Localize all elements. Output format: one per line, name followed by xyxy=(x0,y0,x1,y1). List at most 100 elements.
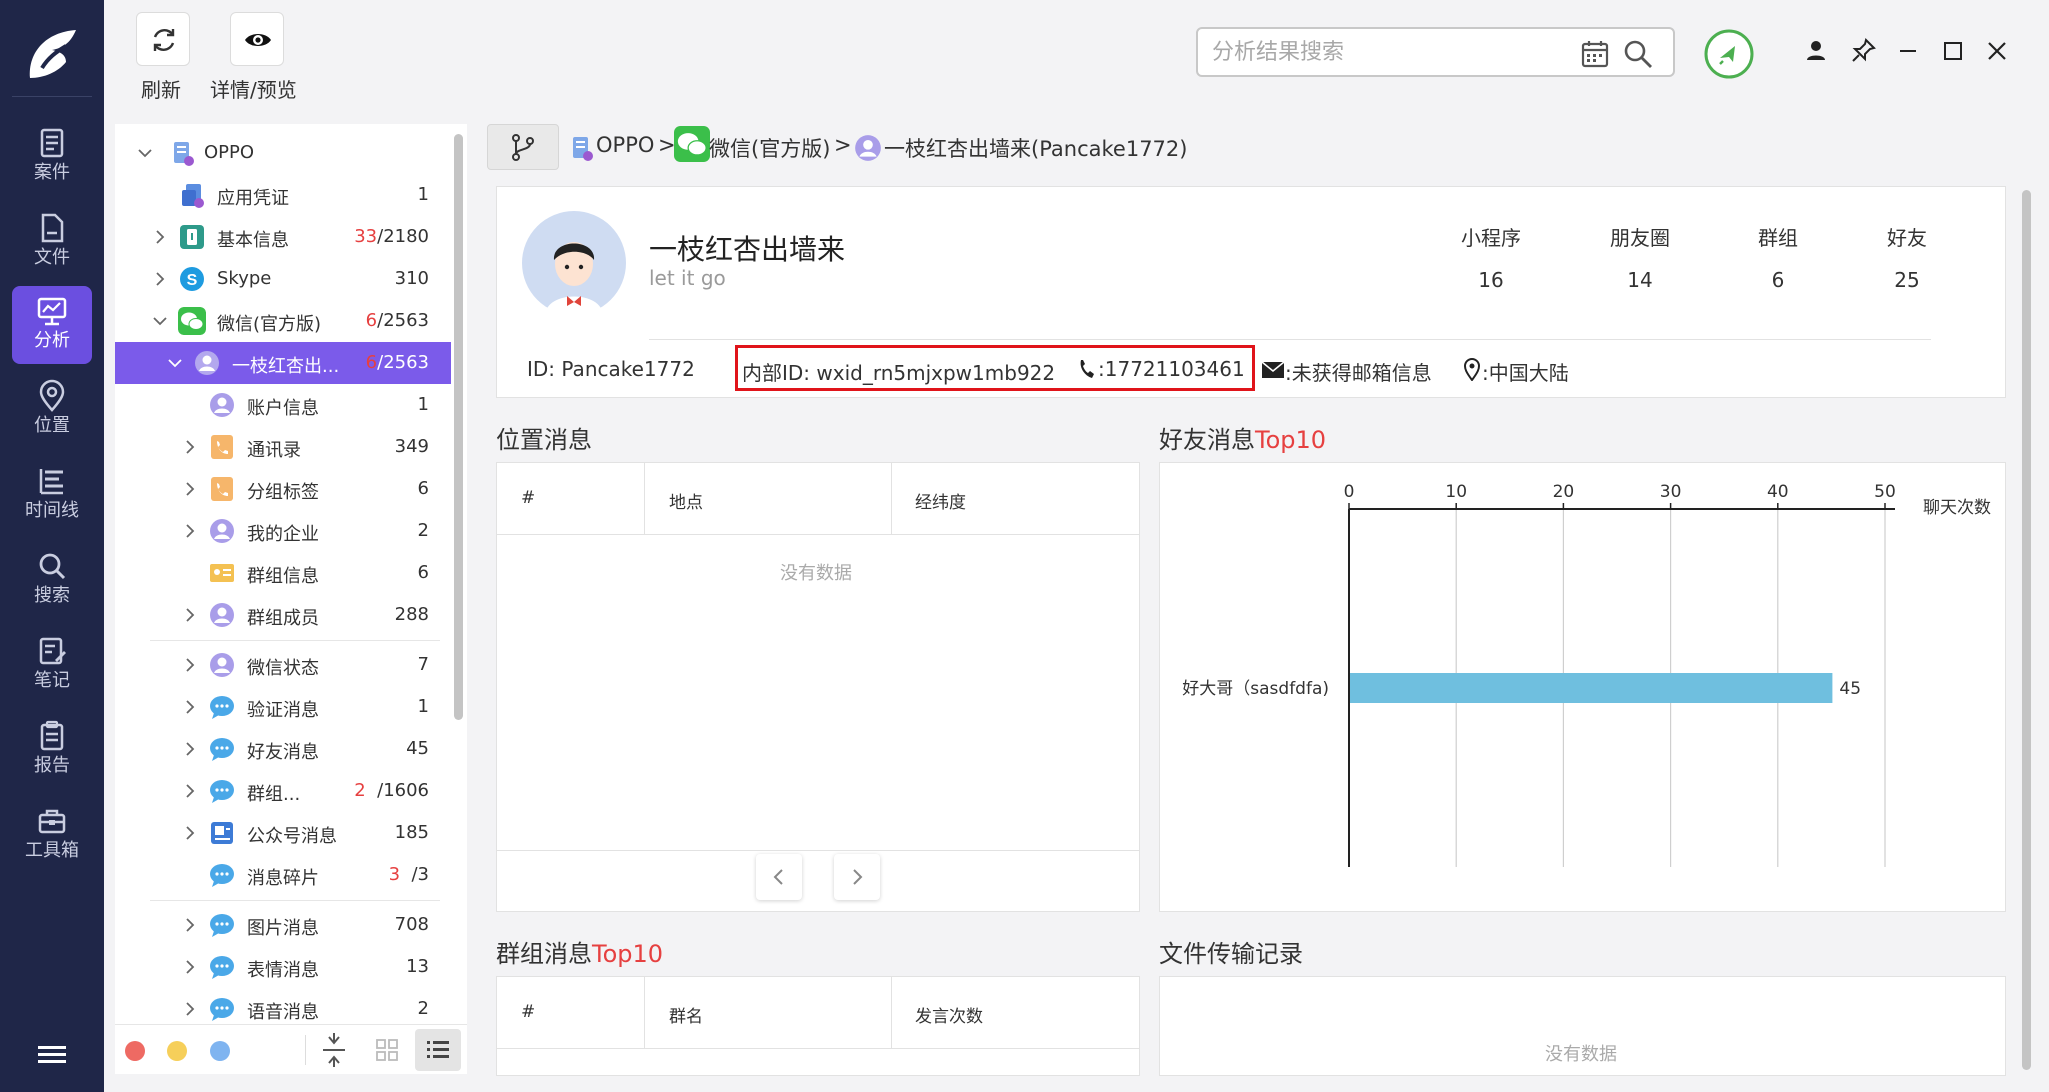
tree-row-account-selected[interactable]: 一枝红杏出... 6/2563 xyxy=(115,342,451,384)
tree-row-verify-messages[interactable]: 验证消息 1 xyxy=(115,686,451,728)
search-input[interactable] xyxy=(1212,37,1572,67)
main-scrollbar[interactable] xyxy=(2022,190,2031,1070)
chevron-right-icon[interactable] xyxy=(183,440,197,454)
minimize-icon[interactable] xyxy=(1891,34,1925,68)
column-header[interactable]: # xyxy=(521,488,535,508)
nav-label: 报告 xyxy=(34,755,70,776)
chevron-right-icon[interactable] xyxy=(183,784,197,798)
blue-filter-dot[interactable] xyxy=(210,1041,230,1061)
nav-item-case[interactable]: 案件 xyxy=(12,118,92,196)
breadcrumb-item-wechat[interactable]: 微信(官方版) xyxy=(709,133,830,163)
chevron-right-icon[interactable] xyxy=(153,230,167,244)
branch-toggle-button[interactable] xyxy=(487,124,559,170)
chevron-down-icon[interactable] xyxy=(138,146,152,160)
tree-scrollbar[interactable] xyxy=(454,134,463,720)
chat-bubble-icon xyxy=(210,696,234,719)
chevron-right-icon[interactable] xyxy=(183,960,197,974)
tree-row-voice-messages[interactable]: 语音消息 2 xyxy=(115,988,451,1024)
tree-row-image-messages[interactable]: 图片消息 708 xyxy=(115,904,451,946)
tree-row-sticker-messages[interactable]: 表情消息 13 xyxy=(115,946,451,988)
chevron-right-icon[interactable] xyxy=(183,658,197,672)
chevron-right-icon xyxy=(853,869,863,885)
breadcrumb-item-oppo[interactable]: OPPO xyxy=(596,133,654,157)
nav-item-file[interactable]: 文件 xyxy=(12,203,92,281)
column-header[interactable]: 经纬度 xyxy=(915,488,966,513)
red-filter-dot[interactable] xyxy=(125,1041,145,1061)
next-page-button[interactable] xyxy=(834,854,880,900)
stat-value-friends[interactable]: 25 xyxy=(1857,268,1957,292)
nav-item-toolbox[interactable]: 工具箱 xyxy=(12,796,92,874)
chevron-right-icon[interactable] xyxy=(183,1002,197,1016)
profile-signature: let it go xyxy=(649,266,726,290)
list-view-button[interactable] xyxy=(415,1029,461,1071)
tree-label: 表情消息 xyxy=(247,960,319,981)
file-icon xyxy=(41,213,64,243)
table-col-divider xyxy=(891,976,892,1048)
profile-divider xyxy=(649,339,1931,340)
tree-row-basic-info[interactable]: 基本信息 33/2180 xyxy=(115,216,451,258)
grid-view-icon[interactable] xyxy=(364,1029,410,1071)
tree-row-oppo[interactable]: OPPO xyxy=(115,132,451,174)
nav-item-note[interactable]: 笔记 xyxy=(12,626,92,704)
chevron-right-icon[interactable] xyxy=(183,524,197,538)
column-header[interactable]: 发言次数 xyxy=(915,1002,983,1027)
calendar-icon[interactable] xyxy=(1580,39,1610,69)
user-avatar-icon xyxy=(210,393,234,417)
chevron-down-icon[interactable] xyxy=(153,314,167,328)
nav-item-analysis[interactable]: 分析 xyxy=(12,286,92,364)
chevron-right-icon[interactable] xyxy=(183,482,197,496)
close-icon[interactable] xyxy=(1980,34,2014,68)
tree-count-red: 33 xyxy=(354,226,378,247)
tree-row-message-fragments[interactable]: 消息碎片 3 /3 xyxy=(115,854,451,896)
column-header[interactable]: 地点 xyxy=(669,488,703,513)
collapse-all-icon[interactable] xyxy=(311,1029,357,1071)
bar-chart: 0 10 20 30 40 50 聊天次数好大哥（sasdfdfa) 45 xyxy=(1182,482,1991,867)
tree-row-wechat-status[interactable]: 微信状态 7 xyxy=(115,644,451,686)
tree-row-skype[interactable]: S Skype 310 xyxy=(115,258,451,300)
column-header[interactable]: # xyxy=(521,1002,535,1022)
yellow-filter-dot[interactable] xyxy=(167,1041,187,1061)
refresh-button[interactable] xyxy=(136,12,190,66)
nav-item-search[interactable]: 搜索 xyxy=(12,541,92,619)
tree-count-total: /3 xyxy=(411,864,429,885)
user-icon[interactable] xyxy=(1799,34,1833,68)
tree-row-group-tags[interactable]: 分组标签 6 xyxy=(115,468,451,510)
stat-value-groups[interactable]: 6 xyxy=(1728,268,1828,292)
chevron-right-icon[interactable] xyxy=(183,742,197,756)
tree-row-group-members[interactable]: 群组成员 288 xyxy=(115,594,451,636)
tree-row-contacts[interactable]: 通讯录 349 xyxy=(115,426,451,468)
chevron-down-icon[interactable] xyxy=(168,356,182,370)
tree-row-wechat[interactable]: 微信(官方版) 6/2563 xyxy=(115,300,451,342)
tree-label: 好友消息 xyxy=(247,742,319,763)
preview-button[interactable] xyxy=(230,12,284,66)
tree-divider xyxy=(150,640,440,641)
prev-page-button[interactable] xyxy=(756,854,802,900)
tree-row-friend-messages[interactable]: 好友消息 45 xyxy=(115,728,451,770)
breadcrumb-item-account[interactable]: 一枝红杏出墙来(Pancake1772) xyxy=(884,133,1187,163)
tree-row-official-account[interactable]: 公众号消息 185 xyxy=(115,812,451,854)
rocket-status-icon[interactable] xyxy=(1703,28,1755,80)
nav-item-location[interactable]: 位置 xyxy=(12,371,92,449)
search-icon[interactable] xyxy=(1623,39,1653,69)
chevron-right-icon[interactable] xyxy=(183,608,197,622)
chevron-right-icon[interactable] xyxy=(183,700,197,714)
column-header[interactable]: 群名 xyxy=(669,1002,703,1027)
chevron-right-icon[interactable] xyxy=(183,826,197,840)
stat-value-miniprogram[interactable]: 16 xyxy=(1441,268,1541,292)
tree-row-group-info[interactable]: 群组信息 6 xyxy=(115,552,451,594)
chat-bubble-icon xyxy=(210,998,234,1021)
tree-row-account-info[interactable]: 账户信息 1 xyxy=(115,384,451,426)
nav-item-timeline[interactable]: 时间线 xyxy=(12,456,92,534)
hamburger-menu-icon[interactable] xyxy=(38,1044,66,1066)
chevron-right-icon[interactable] xyxy=(153,272,167,286)
nav-item-report[interactable]: 报告 xyxy=(12,711,92,789)
stat-value-moments[interactable]: 14 xyxy=(1590,268,1690,292)
tree-row-app-credential[interactable]: 应用凭证 1 xyxy=(115,174,451,216)
maximize-icon[interactable] xyxy=(1936,34,1970,68)
location-table xyxy=(496,462,1140,912)
tree-row-group-messages[interactable]: 群组... 2 /1606 xyxy=(115,770,451,812)
tree-row-my-enterprise[interactable]: 我的企业 2 xyxy=(115,510,451,552)
search-box[interactable] xyxy=(1196,27,1675,77)
pin-icon[interactable] xyxy=(1846,34,1880,68)
chevron-right-icon[interactable] xyxy=(183,918,197,932)
